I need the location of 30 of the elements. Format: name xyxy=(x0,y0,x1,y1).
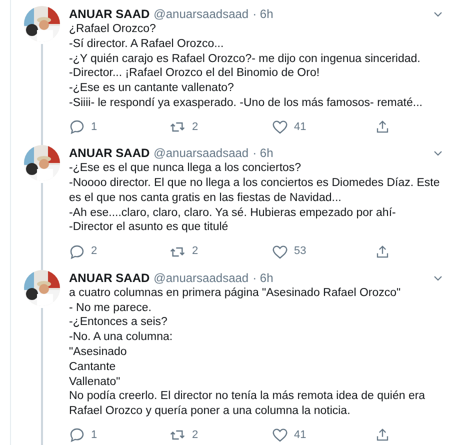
reply-count: 2 xyxy=(91,244,98,260)
author-handle[interactable]: @anuarsaadsaad xyxy=(154,6,249,22)
heart-icon[interactable] xyxy=(272,119,288,136)
heart-icon[interactable] xyxy=(272,244,288,260)
share-icon[interactable] xyxy=(375,119,390,136)
reply-icon[interactable] xyxy=(69,244,85,260)
author-handle[interactable]: @anuarsaadsaad xyxy=(154,145,249,162)
reply-count: 1 xyxy=(91,120,98,135)
author-name[interactable]: ANUAR SAAD xyxy=(69,270,150,286)
heart-icon[interactable] xyxy=(272,427,288,444)
author-name[interactable]: ANUAR SAAD xyxy=(69,145,150,162)
like-count: 53 xyxy=(294,244,306,260)
tweet-time[interactable]: · 6h xyxy=(252,6,274,22)
tweet-time[interactable]: · 6h xyxy=(252,270,274,286)
reply-count: 1 xyxy=(91,428,98,443)
share-icon[interactable] xyxy=(375,427,390,444)
retweet-count: 2 xyxy=(192,244,198,260)
reply-icon[interactable] xyxy=(69,427,85,444)
author-handle[interactable]: @anuarsaadsaad xyxy=(154,270,249,286)
tweet-text: ¿Rafael Orozco? -Sí director. A Rafael Orozco... -¿Y quién carajo es Rafael Orozco?- me dijo con ingenua sinceridad. -Director... ¡Rafael Orozco el del Binomio de Oro! -¿Ese es un cantante vallenato? -Siiii- le respondí ya exasperado. -Uno de los más famosos- rematé... xyxy=(69,22,424,111)
retweet-count: 2 xyxy=(192,120,198,135)
like-count: 41 xyxy=(294,428,306,443)
reply-icon[interactable] xyxy=(69,119,85,136)
tweet-text: -¿Ese es el que nunca llega a los conciertos? -Noooo director. El que no llega a los conciertos es Diomedes Díaz. Este es el que nos canta gratis en las fiestas de Navidad... -Ah ese....claro, claro, claro. Ya sé. Hubieras empezado por ahí- -Director el asunto es que titulé xyxy=(69,161,441,236)
retweet-count: 2 xyxy=(192,428,198,443)
share-icon[interactable] xyxy=(375,244,390,260)
like-count: 41 xyxy=(294,120,306,135)
tweet-time[interactable]: · 6h xyxy=(252,145,274,162)
tweet-text: a cuatro columnas en primera página "Asesinado Rafael Orozco" - No me parece. -¿Entonces a seis? -No. A una columna: "Asesinado Cantante Vallenato" No podía creerlo. El director no tenía la más remota idea de quién era Rafael Orozco y quería poner a una columna la noticia. xyxy=(69,286,426,419)
author-name[interactable]: ANUAR SAAD xyxy=(69,6,150,22)
